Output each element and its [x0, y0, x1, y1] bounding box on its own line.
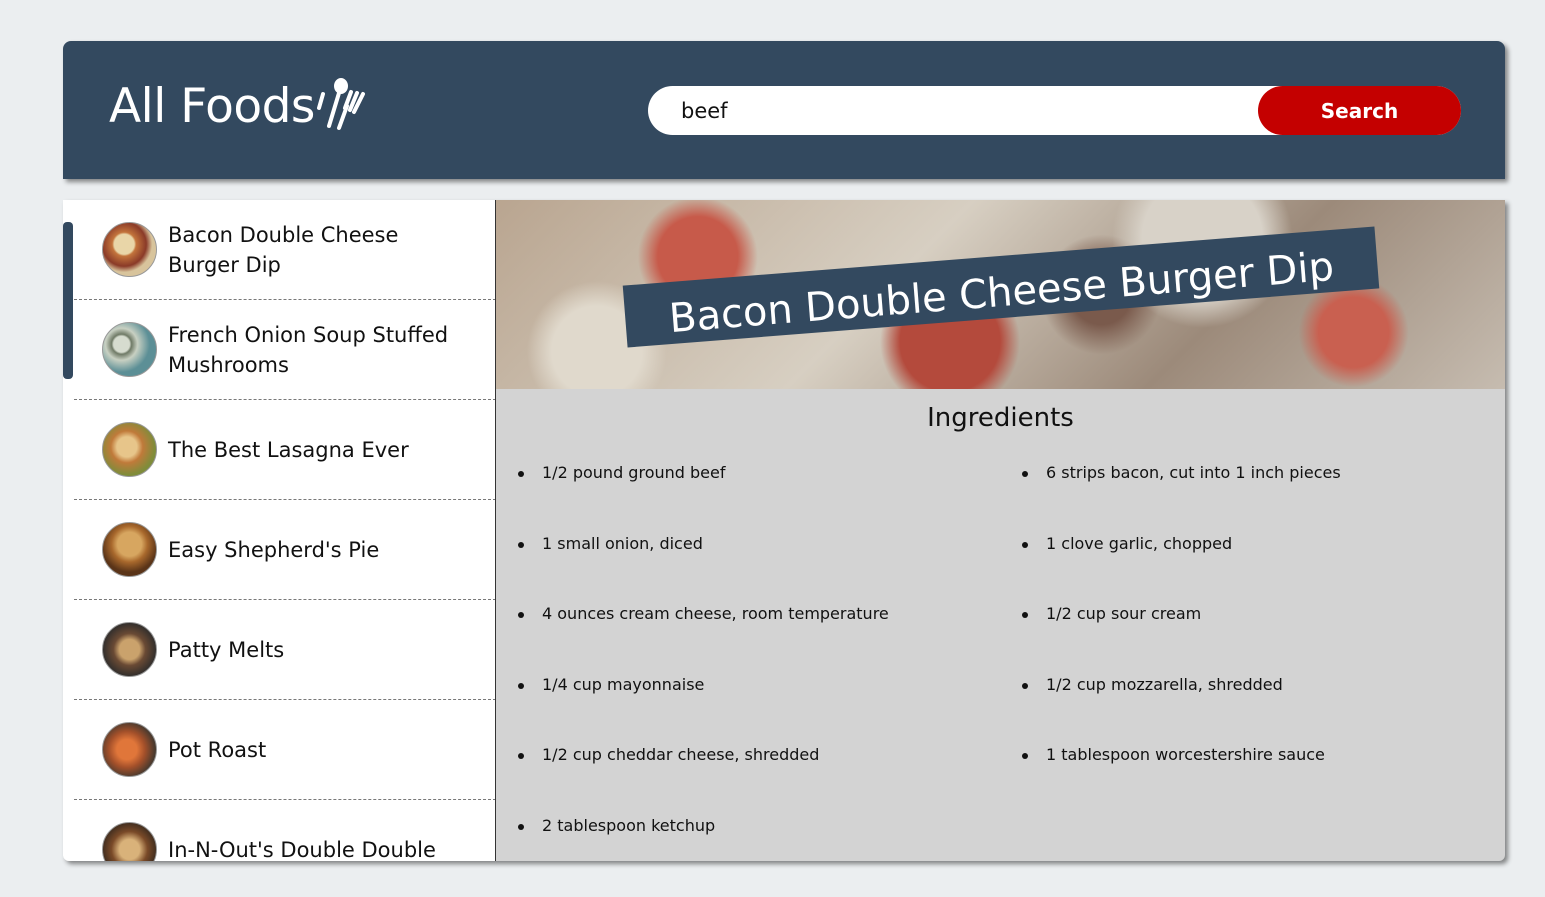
shepherds-pie-thumbnail [102, 522, 157, 577]
list-item[interactable]: Easy Shepherd's Pie [74, 500, 495, 600]
main-content: Bacon Double Cheese Burger Dip French On… [63, 200, 1505, 861]
bacon-burger-dip-thumbnail [102, 222, 157, 277]
ingredient-item: 1/2 pound ground beef [496, 456, 1000, 527]
ingredient-item: 1/2 cup mozzarella, shredded [1000, 668, 1505, 739]
ingredient-item: 4 ounces cream cheese, room temperature [496, 597, 1000, 668]
list-item-label: Pot Roast [168, 737, 267, 762]
ingredients-section: Ingredients 1/2 pound ground beef 6 stri… [496, 389, 1505, 861]
pot-roast-thumbnail [102, 722, 157, 777]
recipe-list: Bacon Double Cheese Burger Dip French On… [74, 200, 495, 862]
recipe-title-banner: Bacon Double Cheese Burger Dip [622, 226, 1380, 348]
spoon-fork-icon [316, 77, 365, 130]
recipe-sidebar: Bacon Double Cheese Burger Dip French On… [63, 200, 496, 861]
lasagna-thumbnail [102, 422, 157, 477]
recipe-hero-image: Bacon Double Cheese Burger Dip [496, 200, 1505, 389]
sidebar-scrollbar[interactable] [63, 222, 73, 379]
search-button[interactable]: Search [1258, 86, 1461, 135]
list-item[interactable]: Pot Roast [74, 700, 495, 800]
list-item-label: The Best Lasagna Ever [168, 437, 409, 462]
ingredient-item: 1/2 cup sour cream [1000, 597, 1505, 668]
list-item-label: Patty Melts [168, 637, 285, 662]
ingredients-heading: Ingredients [927, 403, 1074, 433]
search-input[interactable] [648, 86, 1288, 135]
search-bar: Search [648, 86, 1461, 135]
ingredient-item: 1 small onion, diced [496, 527, 1000, 598]
app-title: All Foods [109, 79, 315, 134]
list-item-label: Bacon Double Cheese Burger Dip [168, 222, 399, 277]
list-item-label: Easy Shepherd's Pie [168, 537, 380, 562]
ingredient-item: 2 tablespoon ketchup [496, 809, 1000, 862]
ingredient-item: 1/2 cup cheddar cheese, shredded [496, 738, 1000, 809]
stuffed-mushrooms-thumbnail [102, 322, 157, 377]
logo[interactable]: All Foods [109, 77, 371, 134]
ingredient-item: 6 strips bacon, cut into 1 inch pieces [1000, 456, 1505, 527]
list-item[interactable]: Bacon Double Cheese Burger Dip [74, 200, 495, 300]
list-item-label: French Onion Soup Stuffed Mushrooms [168, 322, 449, 377]
list-item[interactable]: Patty Melts [74, 600, 495, 700]
recipe-title: Bacon Double Cheese Burger Dip [667, 243, 1336, 343]
double-double-thumbnail [102, 822, 157, 861]
app-header: All Foods Search [63, 41, 1505, 179]
ingredient-item: 1 clove garlic, chopped [1000, 527, 1505, 598]
ingredient-item: 1/4 cup mayonnaise [496, 668, 1000, 739]
ingredient-item: 1 tablespoon worcestershire sauce [1000, 738, 1505, 809]
ingredients-list: 1/2 pound ground beef 6 strips bacon, cu… [496, 456, 1505, 861]
patty-melts-thumbnail [102, 622, 157, 677]
list-item[interactable]: In-N-Out's Double Double [74, 800, 495, 862]
list-item[interactable]: French Onion Soup Stuffed Mushrooms [74, 300, 495, 400]
list-item-label: In-N-Out's Double Double [168, 837, 436, 862]
list-item[interactable]: The Best Lasagna Ever [74, 400, 495, 500]
